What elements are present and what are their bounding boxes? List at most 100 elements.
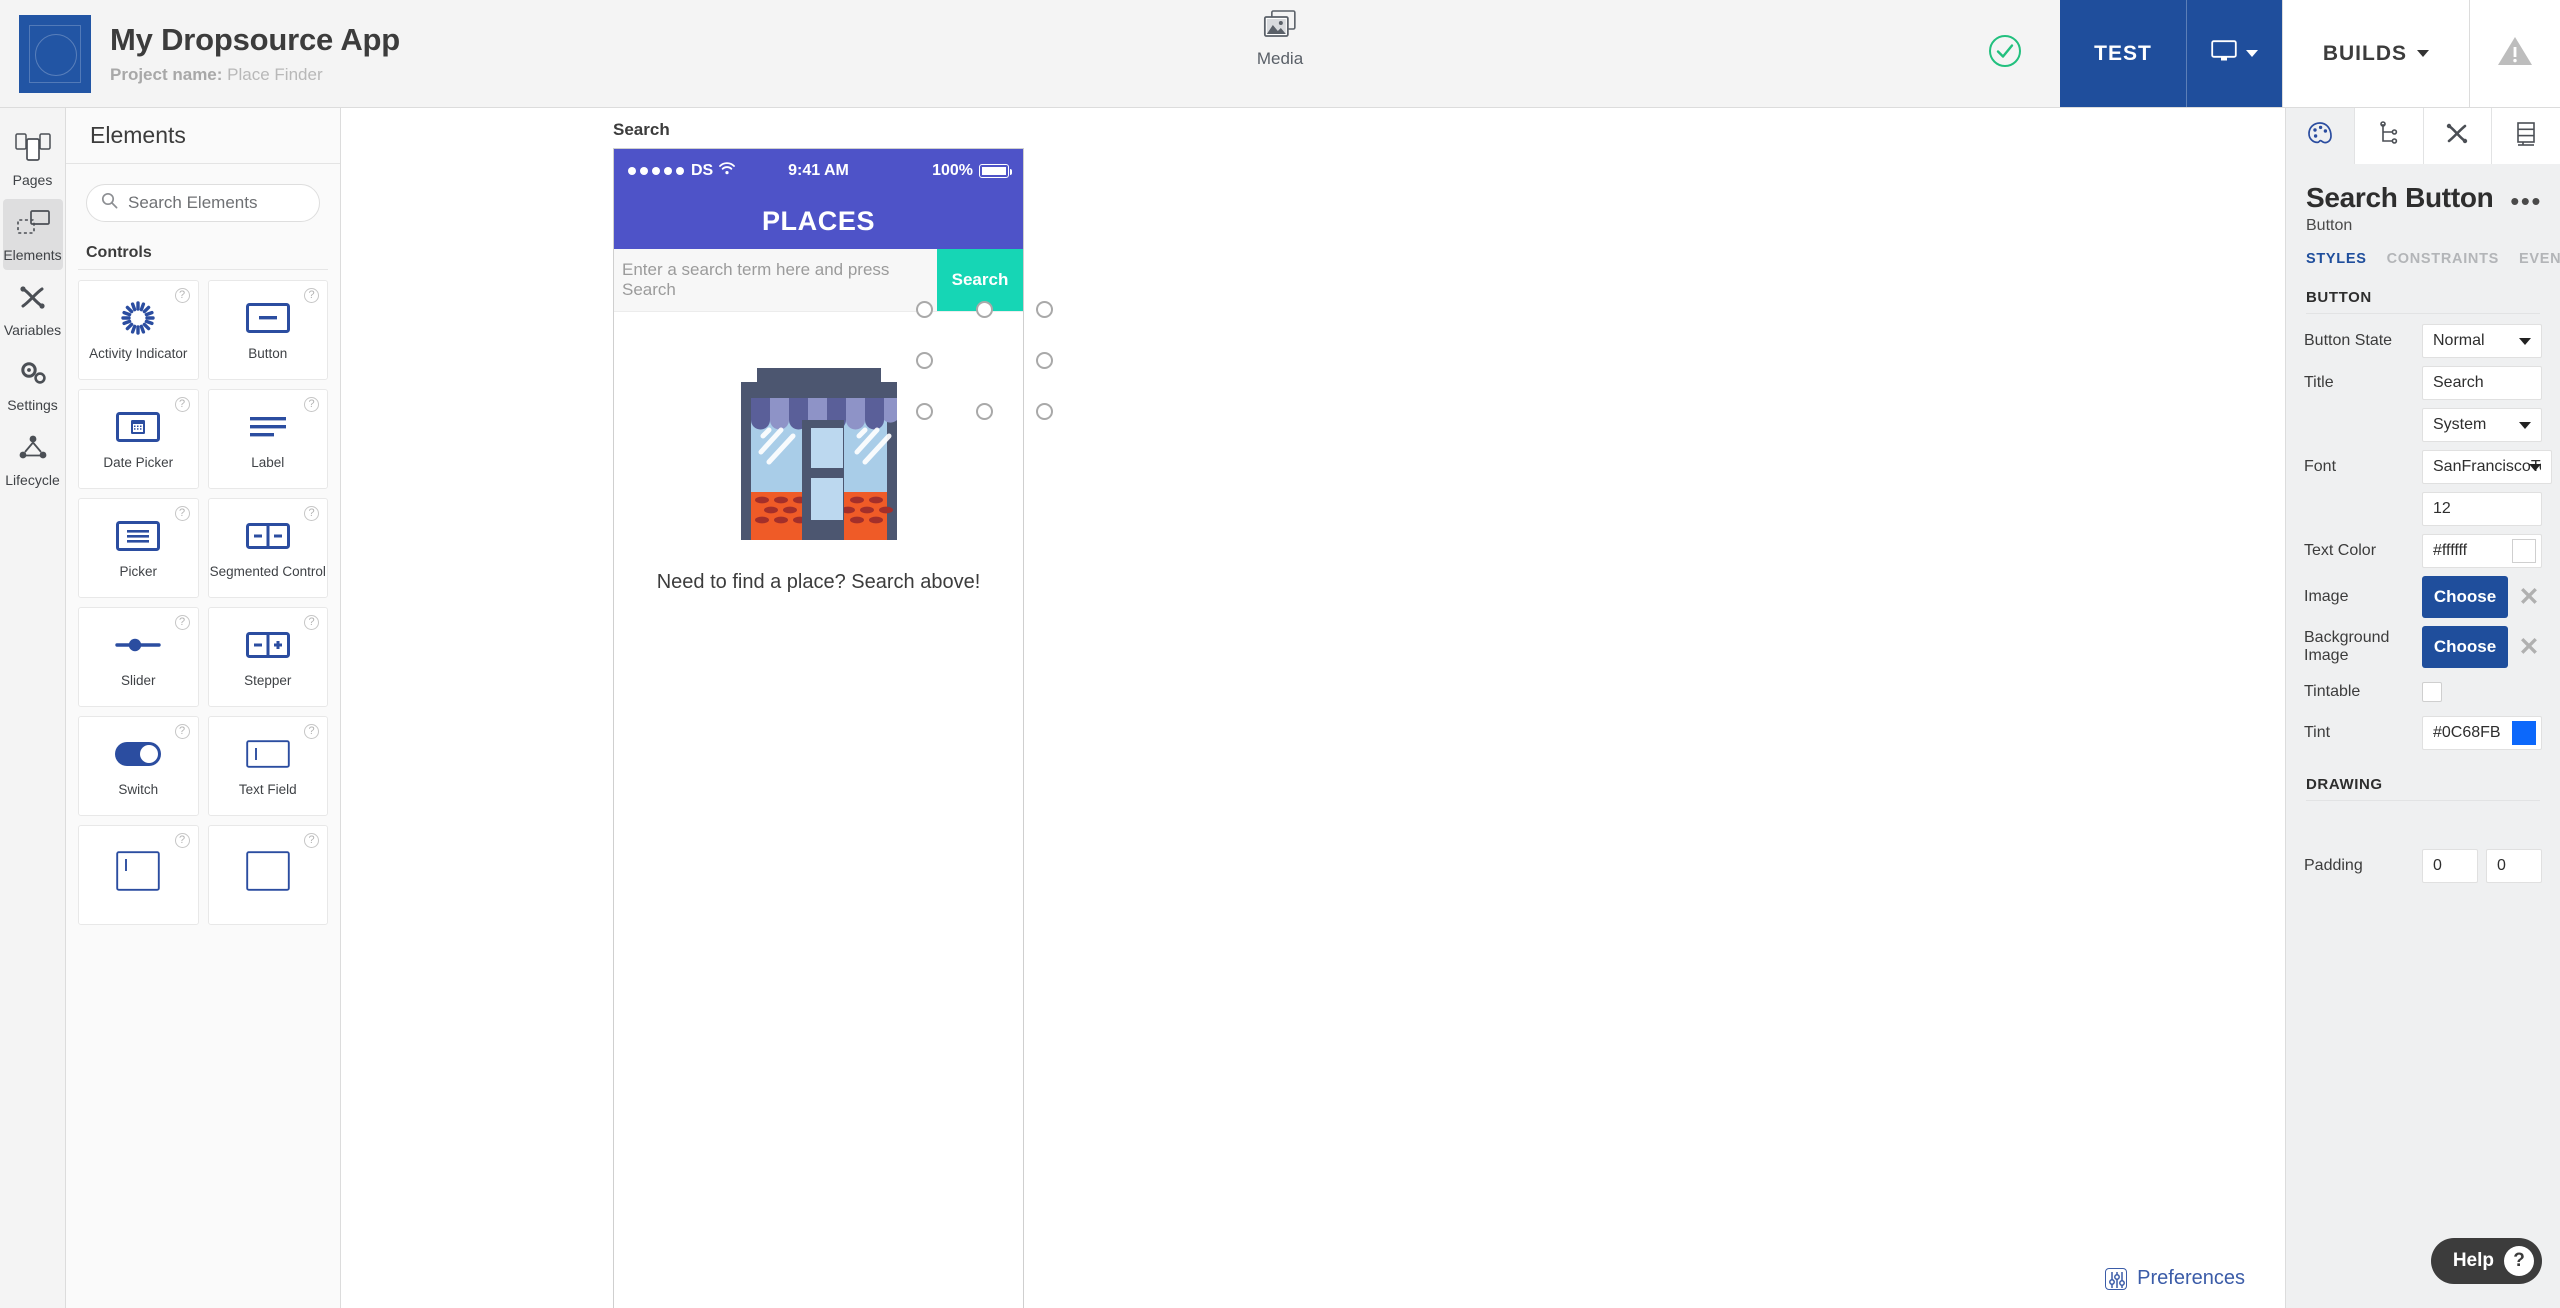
element-card-slider[interactable]: ? Slider: [78, 607, 199, 707]
control-button-state: Normal: [2422, 324, 2542, 358]
inspector-tab-data[interactable]: [2492, 108, 2560, 164]
element-card-label: Segmented Control: [209, 563, 326, 579]
project-name-prefix: Project name:: [110, 65, 223, 84]
phone-time: 9:41 AM: [788, 162, 849, 179]
elements-cards-scroll[interactable]: ? Activity Indicator ? Button ? Date Pic…: [66, 270, 340, 1308]
help-label: Help: [2452, 1250, 2494, 1271]
text-color-input[interactable]: #ffffff: [2422, 534, 2542, 568]
test-device-selector[interactable]: [2185, 0, 2282, 107]
help-icon[interactable]: ?: [174, 833, 190, 848]
help-icon[interactable]: ?: [174, 615, 190, 630]
topbar-right: TEST BUILDS: [1950, 0, 2560, 107]
control-tint: #0C68FB: [2422, 716, 2542, 750]
wifi-icon: [719, 162, 736, 180]
element-card-label[interactable]: ? Label: [207, 389, 328, 489]
font-size-input[interactable]: 12: [2422, 492, 2542, 526]
help-icon[interactable]: ?: [174, 288, 190, 303]
help-icon[interactable]: ?: [304, 615, 319, 630]
media-button[interactable]: Media: [1257, 10, 1303, 69]
row-tint: Tint #0C68FB: [2286, 712, 2560, 754]
padding-input-2[interactable]: 0: [2486, 849, 2542, 883]
builds-button-label: BUILDS: [2322, 41, 2407, 65]
activity-indicator-icon: [120, 298, 156, 338]
text-color-swatch[interactable]: [2512, 539, 2536, 563]
phone-preview[interactable]: DS 9:41 AM 100% PLACES Enter a search te…: [613, 148, 1053, 1308]
image-choose-button[interactable]: Choose: [2422, 576, 2508, 618]
element-card-text-view[interactable]: ?: [78, 825, 199, 925]
search-elements-input[interactable]: [128, 193, 305, 213]
element-card-switch[interactable]: ? Switch: [78, 716, 199, 816]
x-clear-icon[interactable]: ✕: [2516, 584, 2542, 610]
button-state-select[interactable]: Normal: [2422, 324, 2542, 358]
elements-panel-header: Elements: [66, 108, 340, 164]
sidebar-item-elements[interactable]: Elements: [2, 199, 63, 270]
phone-search-field[interactable]: Enter a search term here and press Searc…: [614, 249, 937, 311]
element-card-stepper[interactable]: ? Stepper: [207, 607, 328, 707]
help-icon[interactable]: ?: [174, 397, 190, 412]
help-icon[interactable]: ?: [304, 833, 319, 848]
help-icon[interactable]: ?: [304, 397, 319, 412]
element-card-picker[interactable]: ? Picker: [78, 498, 199, 598]
inspector-tab-hierarchy[interactable]: [2354, 108, 2424, 164]
selection-handle[interactable]: [1036, 403, 1053, 420]
font-name-select[interactable]: SanFranciscoText-Regu: [2422, 450, 2552, 484]
help-button[interactable]: Help ?: [2430, 1238, 2542, 1284]
group-title-drawing: DRAWING: [2306, 776, 2383, 793]
tab-styles[interactable]: STYLES: [2306, 251, 2367, 279]
element-card-segmented-control[interactable]: ? Segmented Control: [207, 498, 328, 598]
font-family-select[interactable]: System: [2422, 408, 2542, 442]
selection-handle[interactable]: [1036, 301, 1053, 318]
lifecycle-icon: [17, 434, 49, 467]
sidebar-item-lifecycle[interactable]: Lifecycle: [3, 424, 63, 495]
padding-input-1[interactable]: 0: [2422, 849, 2478, 883]
element-card-date-picker[interactable]: ? Date Picker: [78, 389, 199, 489]
sidebar-item-settings[interactable]: Settings: [3, 349, 63, 420]
tintable-checkbox[interactable]: [2422, 682, 2442, 702]
selection-handle[interactable]: [916, 403, 933, 420]
row-text-color: Text Color #ffffff: [2286, 530, 2560, 572]
help-icon[interactable]: ?: [304, 288, 319, 303]
element-card-button[interactable]: ? Button: [207, 280, 328, 380]
tab-constraints[interactable]: CONSTRAINTS: [2387, 251, 2499, 279]
help-icon[interactable]: ?: [174, 506, 190, 521]
selection-handle[interactable]: [1036, 352, 1053, 369]
project-name-value: Place Finder: [227, 65, 323, 84]
test-button[interactable]: TEST: [2060, 0, 2282, 107]
phone-nav-title: PLACES: [761, 205, 876, 236]
background-image-choose-button[interactable]: Choose: [2422, 626, 2508, 668]
element-card-web-view[interactable]: ?: [207, 825, 328, 925]
phone-search-button-label: Search: [951, 270, 1009, 289]
sidebar-item-pages[interactable]: Pages: [3, 122, 63, 195]
selection-handle[interactable]: [976, 301, 993, 318]
design-canvas[interactable]: Search DS 9:41 AM 100% PLACES Enter a se…: [341, 108, 2285, 1308]
warnings-button[interactable]: [2470, 0, 2560, 107]
inspector-scroll[interactable]: BUTTON Button State Normal Title Search …: [2286, 279, 2560, 1308]
title-input[interactable]: Search: [2422, 366, 2542, 400]
status-ok-indicator: [1950, 0, 2060, 107]
selection-handle[interactable]: [976, 403, 993, 420]
element-card-activity-indicator[interactable]: ? Activity Indicator: [78, 280, 199, 380]
sidebar-item-variables[interactable]: Variables: [3, 274, 63, 345]
help-icon[interactable]: ?: [304, 506, 319, 521]
search-elements-box[interactable]: [86, 184, 320, 222]
inspector-tab-styles[interactable]: [2286, 108, 2355, 164]
control-font-family: System: [2422, 408, 2542, 442]
tint-color-swatch[interactable]: [2512, 721, 2536, 745]
preferences-button[interactable]: Preferences: [2105, 1267, 2245, 1290]
element-card-text-field[interactable]: ? Text Field: [207, 716, 328, 816]
x-clear-icon[interactable]: ✕: [2516, 634, 2542, 660]
ellipsis-icon[interactable]: •••: [2510, 188, 2542, 214]
control-font-size: 12: [2422, 492, 2542, 526]
selection-handle[interactable]: [916, 301, 933, 318]
help-icon[interactable]: ?: [174, 724, 190, 739]
label-title: Title: [2304, 374, 2334, 391]
phone-search-placeholder: Enter a search term here and press Searc…: [622, 260, 890, 299]
help-icon[interactable]: ?: [304, 724, 319, 739]
builds-button[interactable]: BUILDS: [2281, 0, 2470, 107]
inspector-tab-variables[interactable]: [2423, 108, 2493, 164]
selection-handle[interactable]: [916, 352, 933, 369]
tint-input[interactable]: #0C68FB: [2422, 716, 2542, 750]
picker-icon: [116, 516, 161, 556]
phone-empty-caption: Need to find a place? Search above!: [656, 571, 981, 593]
tab-events[interactable]: EVENTS: [2519, 251, 2560, 279]
